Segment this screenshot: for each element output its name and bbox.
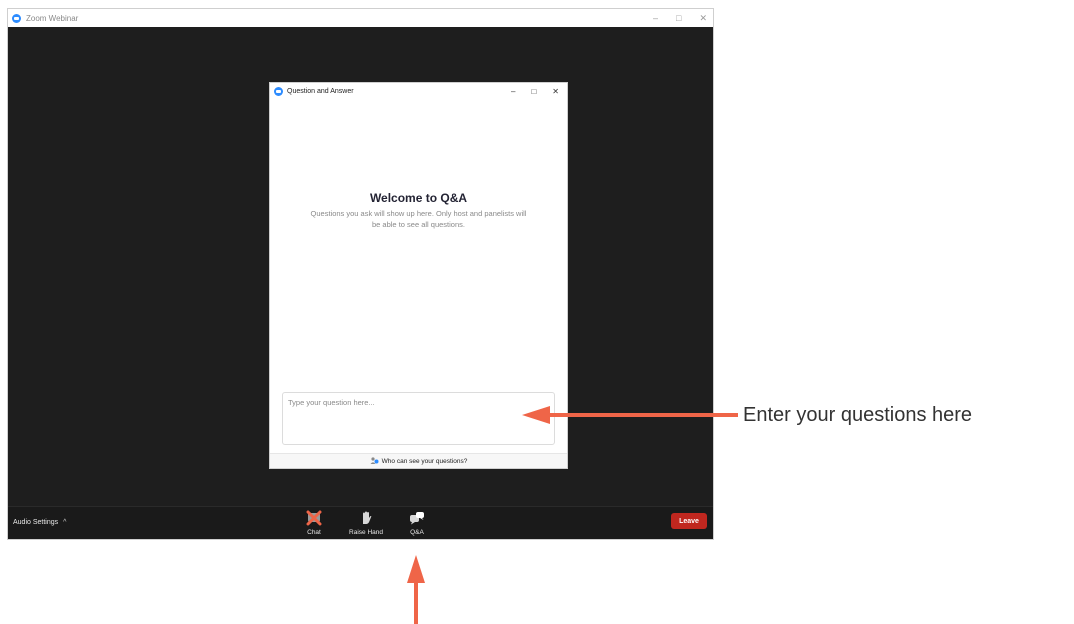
qa-description: Questions you ask will show up here. Onl… (310, 209, 527, 229)
raise-hand-button[interactable]: Raise Hand (346, 510, 386, 536)
window-titlebar: Zoom Webinar – □ ✕ (8, 9, 713, 27)
qa-close-button[interactable]: ✕ (552, 87, 559, 96)
window-title: Zoom Webinar (26, 13, 79, 23)
audio-settings-label: Audio Settings (13, 519, 59, 526)
raise-hand-label: Raise Hand (349, 529, 383, 536)
qa-dialog-title: Question and Answer (287, 88, 354, 95)
leave-button[interactable]: Leave (671, 513, 707, 529)
minimize-button[interactable]: – (653, 9, 658, 27)
close-button[interactable]: ✕ (699, 9, 707, 27)
qa-window-controls: – □ ✕ (511, 83, 559, 100)
qa-button[interactable]: Q&A (397, 510, 437, 536)
window-controls: – □ ✕ (653, 9, 707, 27)
maximize-button[interactable]: □ (676, 9, 681, 27)
chat-button[interactable]: Chat (294, 510, 334, 536)
audio-settings-button[interactable]: Audio Settings ^ (13, 519, 66, 526)
qa-label: Q&A (410, 529, 424, 536)
qa-welcome-heading: Welcome to Q&A (369, 191, 468, 205)
hand-icon (363, 511, 372, 524)
meeting-toolbar: Audio Settings ^ Chat Raise Hand Q&A Lea… (8, 506, 713, 539)
chat-disabled-icon (306, 510, 322, 526)
who-can-see-link[interactable]: Who can see your questions? (270, 453, 567, 468)
people-icon (370, 457, 379, 464)
zoom-logo-icon (12, 13, 21, 23)
chevron-up-icon: ^ (63, 519, 67, 526)
qa-bubbles-icon (410, 512, 424, 525)
who-can-see-label: Who can see your questions? (381, 457, 468, 465)
qa-minimize-button[interactable]: – (511, 87, 515, 96)
annotation-label: Enter your questions here (743, 404, 973, 426)
annotation-arrow-left-icon (522, 406, 738, 424)
zoom-logo-icon (274, 87, 283, 96)
qa-dialog-titlebar: Question and Answer – □ ✕ (270, 83, 567, 100)
qa-maximize-button[interactable]: □ (531, 87, 536, 96)
annotation-arrow-up-icon (407, 555, 425, 624)
question-input[interactable] (282, 392, 555, 445)
chat-label: Chat (307, 529, 321, 536)
